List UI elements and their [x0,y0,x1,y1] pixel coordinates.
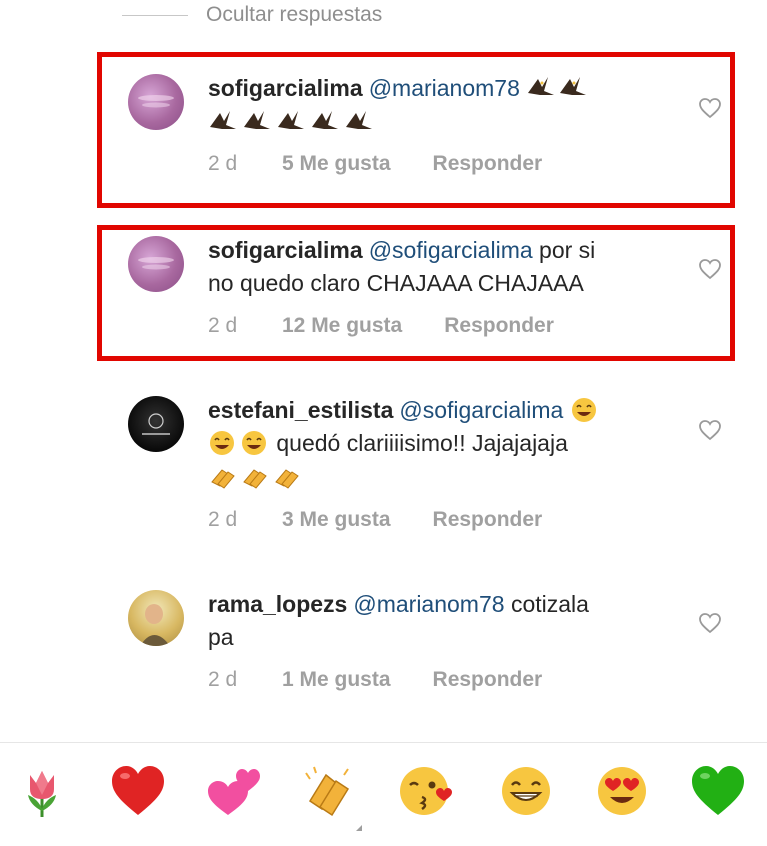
grinning-face-icon [502,767,550,815]
reply-button[interactable]: Responder [433,508,543,532]
face-blowing-kiss-emoji-button[interactable] [396,761,456,821]
reply-button[interactable]: Responder [433,152,543,176]
comment-body: estefani_estilista @sofigarcialima quedó … [208,394,678,493]
comment-age: 2 d [208,668,238,691]
comment-age: 2 d [208,152,238,175]
red-heart-icon [112,766,164,815]
green-heart-icon [692,766,744,815]
heart-eyes-face-emoji-button[interactable] [592,761,652,821]
comment-age: 2 d [208,508,238,531]
comment-body: sofigarcialima @sofigarcialima por si no … [208,234,678,300]
likes-link[interactable]: 5 Me gusta [282,152,391,176]
more-reactions-indicator [356,825,362,831]
heart-icon[interactable] [698,97,722,119]
heart-icon[interactable] [698,419,722,441]
face-blowing-kiss-icon [400,767,452,815]
likes-link[interactable]: 1 Me gusta [282,668,391,692]
comment-username[interactable]: sofigarcialima [208,237,363,263]
avatar[interactable] [128,590,184,646]
avatar[interactable] [128,396,184,452]
comment-body: sofigarcialima @marianom78 [208,72,678,138]
grinning-face-emoji-button[interactable] [496,761,556,821]
comment-meta: 2 d 3 Me gusta Responder [208,508,542,532]
hide-replies-line [122,14,188,16]
eagle-emoji-row [526,75,590,101]
comment-meta: 2 d 5 Me gusta Responder [208,152,542,176]
avatar[interactable] [128,236,184,292]
comment-text: cotizala [510,591,589,617]
comment-mention[interactable]: @sofigarcialima [369,237,533,263]
comment-meta: 2 d 12 Me gusta Responder [208,314,554,338]
reply-button[interactable]: Responder [444,314,554,338]
emoji-reaction-bar [0,742,767,846]
comment-mention[interactable]: @sofigarcialima [399,397,563,423]
comment-text-line2: quedó clariiiisimo!! Jajajajaja [276,430,568,456]
comment-text-line2: no quedo claro CHAJAAA CHAJAAA [208,270,584,296]
comment-text-line2: pa [208,624,234,650]
comment-text: por si [539,237,596,263]
tulip-emoji-button[interactable] [12,761,72,821]
comment-age: 2 d [208,314,238,337]
comment-username[interactable]: rama_lopezs [208,591,347,617]
tulip-icon [28,771,56,817]
clap-emoji-row [208,463,304,489]
laughing-emoji [570,397,598,423]
comment-body: rama_lopezs @marianom78 cotizala pa [208,588,678,654]
avatar[interactable] [128,74,184,130]
laughing-emoji-pair [208,430,276,456]
two-hearts-icon [208,769,260,815]
comment-username[interactable]: estefani_estilista [208,397,393,423]
eagle-emoji-row-2 [208,108,378,134]
heart-eyes-face-icon [598,767,646,815]
red-heart-emoji-button[interactable] [108,761,168,821]
hide-replies-row[interactable]: Ocultar respuestas [122,0,382,30]
comment-meta: 2 d 1 Me gusta Responder [208,668,542,692]
hide-replies-link[interactable]: Ocultar respuestas [206,3,382,27]
clapping-hands-emoji-button[interactable] [300,761,360,821]
heart-icon[interactable] [698,612,722,634]
two-hearts-emoji-button[interactable] [204,761,264,821]
likes-link[interactable]: 3 Me gusta [282,508,391,532]
heart-icon[interactable] [698,258,722,280]
likes-link[interactable]: 12 Me gusta [282,314,402,338]
reply-button[interactable]: Responder [433,668,543,692]
comment-mention[interactable]: @marianom78 [353,591,504,617]
green-heart-emoji-button[interactable] [688,761,748,821]
comment-mention[interactable]: @marianom78 [369,75,520,101]
comment-username[interactable]: sofigarcialima [208,75,363,101]
clapping-hands-icon [305,766,350,817]
